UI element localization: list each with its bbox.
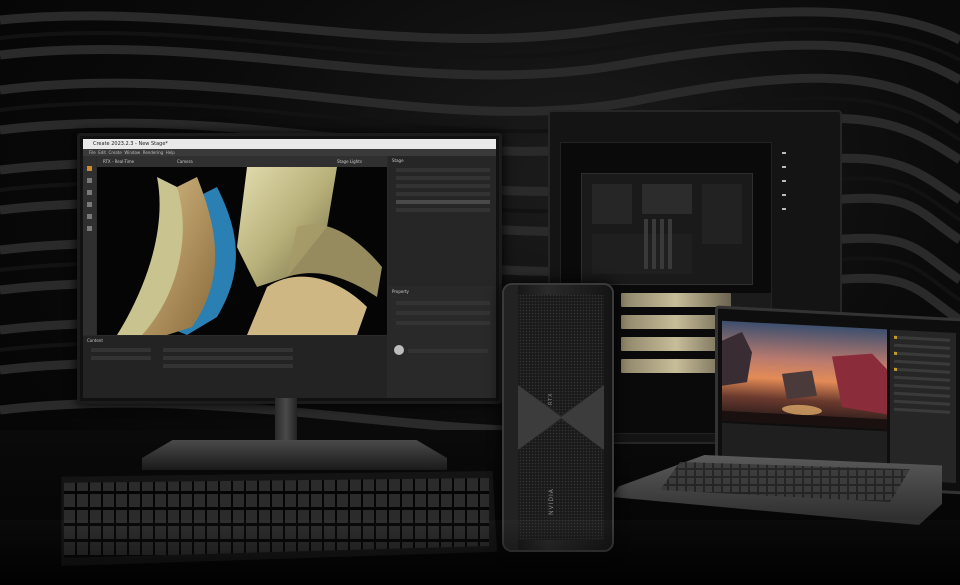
gpu-side-text: RTX [548,392,554,405]
viewport-toolbar: RTX - Real-Time Camera Stage Lights [97,156,387,167]
stage-row[interactable] [396,176,490,180]
render-mode-button[interactable]: RTX - Real-Time [103,159,134,164]
render-viewport[interactable] [97,167,387,335]
property-row[interactable] [408,349,488,353]
desktop-monitor: Create 2023.2.3 - New Stage* File Edit C… [77,133,502,404]
app-title-bar: Create 2023.2.3 - New Stage* [83,139,496,149]
content-panel: Content [83,336,387,398]
monitor-stand-neck [275,398,297,446]
content-row[interactable] [163,348,293,352]
property-row[interactable] [396,321,490,325]
content-row[interactable] [163,364,293,368]
laptop-side-panel [890,329,956,484]
menu-window[interactable]: Window [124,150,140,155]
product-scene: Create 2023.2.3 - New Stage* File Edit C… [0,0,960,585]
monitor-screen: Create 2023.2.3 - New Stage* File Edit C… [83,139,496,398]
content-row[interactable] [91,356,151,360]
stage-row[interactable] [396,200,490,204]
stage-row[interactable] [396,192,490,196]
tool-icons [87,166,92,231]
tool-strip [83,156,96,335]
app-menu-bar: File Edit Create Window Rendering Help [83,149,496,156]
property-panel: Property [388,287,496,398]
motherboard [581,173,753,285]
gpu-brand-text: NVIDIA [548,488,555,515]
stage-panel: Stage [388,156,496,286]
motherboard-detail [592,184,742,274]
material-preview-icon [394,345,404,355]
cloth-render [117,167,382,335]
laptop-panel-rows [894,335,950,414]
menu-edit[interactable]: Edit [98,150,106,155]
floor-reflection [0,520,960,585]
stage-panel-title: Stage [392,158,404,163]
menu-rendering[interactable]: Rendering [143,150,163,155]
menu-help[interactable]: Help [166,150,175,155]
stage-row[interactable] [396,184,490,188]
property-panel-title: Property [392,289,409,294]
camera-button[interactable]: Camera [177,159,193,164]
tower-status-leds [782,152,786,210]
graphics-card-x-design [504,285,604,550]
menu-create[interactable]: Create [109,150,122,155]
menu-file[interactable]: File [89,150,96,155]
stage-row[interactable] [396,168,490,172]
content-row[interactable] [163,356,293,360]
gpu-card-1 [621,293,731,307]
content-panel-title: Content [87,338,103,343]
stage-lights-button[interactable]: Stage Lights [337,159,362,164]
graphics-card: NVIDIA RTX [502,283,614,552]
laptop-viewport[interactable] [722,320,887,430]
monitor-stand-base [142,440,447,470]
property-row[interactable] [396,301,490,305]
property-row[interactable] [396,311,490,315]
sunset-scene-render [722,331,887,430]
content-row[interactable] [91,348,151,352]
stage-row[interactable] [396,208,490,212]
